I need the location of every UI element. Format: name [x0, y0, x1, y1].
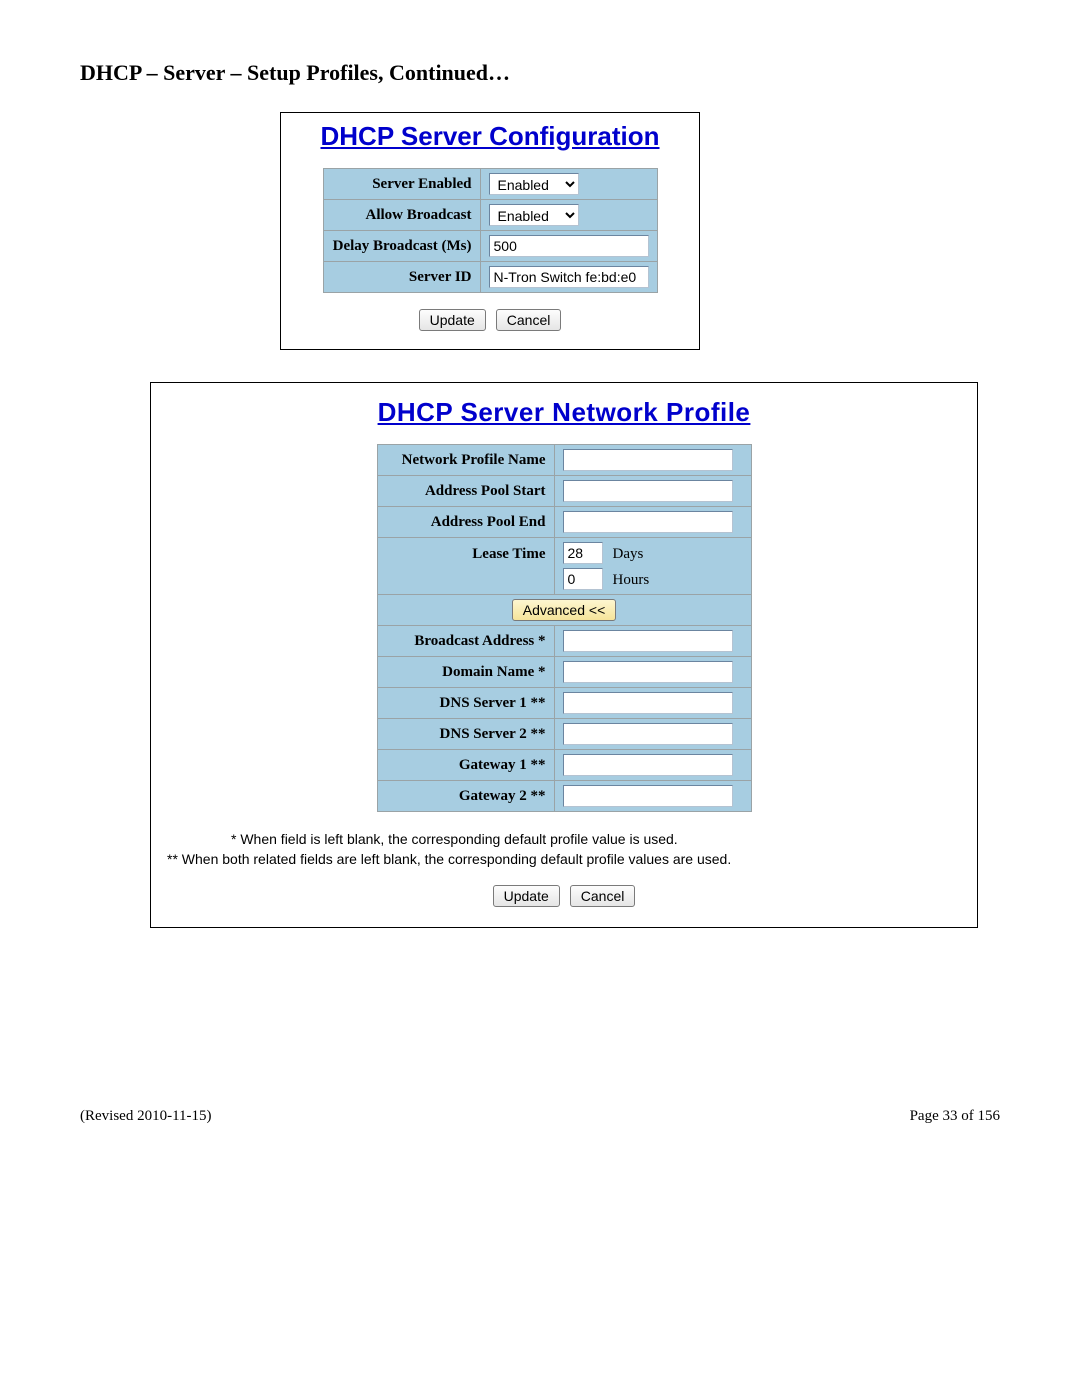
gateway-2-input[interactable] [563, 785, 733, 807]
footer-page-number: Page 33 of 156 [910, 1108, 1000, 1125]
broadcast-address-label: Broadcast Address * [377, 626, 554, 657]
server-id-input[interactable] [489, 266, 649, 288]
allow-broadcast-label: Allow Broadcast [323, 200, 480, 231]
lease-hours-unit: Hours [613, 572, 650, 588]
dhcp-server-network-profile-panel: DHCP Server Network Profile Network Prof… [150, 382, 978, 928]
config-title: DHCP Server Configuration [287, 121, 693, 152]
dns-server-1-input[interactable] [563, 692, 733, 714]
profile-cancel-button[interactable]: Cancel [570, 885, 636, 907]
address-pool-end-input[interactable] [563, 511, 733, 533]
domain-name-label: Domain Name * [377, 657, 554, 688]
lease-time-label: Lease Time [377, 538, 554, 595]
section-heading: DHCP – Server – Setup Profiles, Continue… [80, 60, 1000, 86]
dns-server-2-input[interactable] [563, 723, 733, 745]
dns-server-2-label: DNS Server 2 ** [377, 719, 554, 750]
config-cancel-button[interactable]: Cancel [496, 309, 562, 331]
page-footer: (Revised 2010-11-15) Page 33 of 156 [80, 1108, 1000, 1125]
lease-days-unit: Days [613, 546, 644, 562]
domain-name-input[interactable] [563, 661, 733, 683]
footer-revised: (Revised 2010-11-15) [80, 1108, 212, 1125]
server-enabled-label: Server Enabled [323, 169, 480, 200]
config-form-table: Server Enabled Enabled Allow Broadcast E… [323, 168, 658, 293]
network-profile-name-label: Network Profile Name [377, 445, 554, 476]
address-pool-end-label: Address Pool End [377, 507, 554, 538]
lease-days-input[interactable] [563, 542, 603, 564]
address-pool-start-label: Address Pool Start [377, 476, 554, 507]
gateway-2-label: Gateway 2 ** [377, 781, 554, 812]
server-id-label: Server ID [323, 262, 480, 293]
delay-broadcast-input[interactable] [489, 235, 649, 257]
dns-server-1-label: DNS Server 1 ** [377, 688, 554, 719]
profile-form-table: Network Profile Name Address Pool Start … [377, 444, 752, 812]
profile-title: DHCP Server Network Profile [159, 397, 969, 428]
profile-note-2: ** When both related fields are left bla… [167, 850, 961, 870]
profile-notes: * When field is left blank, the correspo… [159, 830, 969, 869]
address-pool-start-input[interactable] [563, 480, 733, 502]
delay-broadcast-label: Delay Broadcast (Ms) [323, 231, 480, 262]
lease-hours-input[interactable] [563, 568, 603, 590]
profile-note-1: * When field is left blank, the correspo… [231, 830, 961, 850]
network-profile-name-input[interactable] [563, 449, 733, 471]
gateway-1-input[interactable] [563, 754, 733, 776]
config-update-button[interactable]: Update [419, 309, 486, 331]
broadcast-address-input[interactable] [563, 630, 733, 652]
dhcp-server-configuration-panel: DHCP Server Configuration Server Enabled… [280, 112, 700, 350]
profile-update-button[interactable]: Update [493, 885, 560, 907]
allow-broadcast-select[interactable]: Enabled [489, 204, 579, 226]
advanced-toggle-button[interactable]: Advanced << [512, 599, 617, 621]
gateway-1-label: Gateway 1 ** [377, 750, 554, 781]
server-enabled-select[interactable]: Enabled [489, 173, 579, 195]
